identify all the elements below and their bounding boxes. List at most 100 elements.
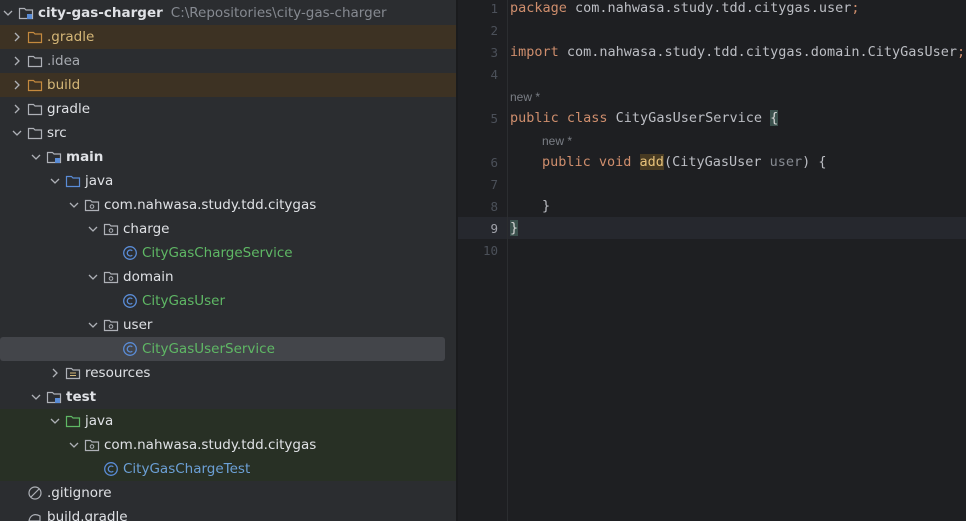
- chevron-down-icon[interactable]: [66, 197, 82, 213]
- package-icon: [84, 197, 100, 213]
- author-inlay-hint[interactable]: new *: [542, 134, 572, 148]
- chevron-down-icon[interactable]: [85, 221, 101, 237]
- line-number[interactable]: 6: [458, 155, 498, 170]
- caret-line-highlight: [458, 217, 966, 239]
- tree-item-citygaschargeservice[interactable]: CityGasChargeService: [0, 241, 456, 265]
- chevron-down-icon[interactable]: [85, 317, 101, 333]
- tree-item-src[interactable]: src: [0, 121, 456, 145]
- import-name: com.nahwasa.study.tdd.citygas.domain.Cit…: [558, 44, 958, 60]
- code-line-5[interactable]: public class CityGasUserService {: [510, 110, 779, 126]
- class-icon: [122, 245, 138, 261]
- tree-item-label: .gradle: [47, 29, 95, 45]
- tree-item-label: com.nahwasa.study.tdd.citygas: [104, 437, 317, 453]
- package-icon: [103, 269, 119, 285]
- tree-item-label: build: [47, 77, 81, 93]
- tree-item-label: user: [123, 317, 153, 333]
- tree-item-gradle[interactable]: gradle: [0, 97, 456, 121]
- root-project-name: city-gas-charger: [38, 5, 163, 21]
- code-line-8[interactable]: }: [542, 198, 550, 214]
- tree-item-label: com.nahwasa.study.tdd.citygas: [104, 197, 317, 213]
- tree-root[interactable]: city-gas-charger C:\Repositories\city-ga…: [0, 1, 456, 25]
- chevron-right-icon[interactable]: [9, 29, 25, 45]
- root-project-path: C:\Repositories\city-gas-charger: [170, 5, 387, 21]
- chevron-right-icon[interactable]: [9, 53, 25, 69]
- tree-item-main[interactable]: main: [0, 145, 456, 169]
- code-line-6[interactable]: public void add(CityGasUser user) {: [542, 154, 827, 170]
- code-editor[interactable]: 1 2 3 4 5 6 7 8 9 10 package com.nahwasa…: [458, 0, 966, 521]
- close-brace: }: [542, 198, 551, 214]
- tree-item-label: gradle: [47, 101, 91, 117]
- line-number-current[interactable]: 9: [458, 221, 498, 236]
- param-type: (CityGasUser: [663, 154, 770, 170]
- tree-item-label: resources: [85, 365, 151, 381]
- tree-item-citygasuserservice[interactable]: CityGasUserService: [0, 337, 445, 361]
- tree-item-build[interactable]: build: [0, 73, 456, 97]
- tree-item-domain[interactable]: domain: [0, 265, 456, 289]
- chevron-down-icon[interactable]: [28, 149, 44, 165]
- tree-item-main-java[interactable]: java: [0, 169, 456, 193]
- class-icon: [103, 461, 119, 477]
- tree-item-label: java: [85, 413, 114, 429]
- keyword-package: package: [510, 0, 567, 16]
- keyword-public-class: public class: [510, 110, 608, 126]
- folder-icon: [27, 125, 43, 141]
- method-name: add: [639, 154, 664, 170]
- matched-brace: }: [510, 220, 519, 236]
- tree-item-test[interactable]: test: [0, 385, 456, 409]
- line-number[interactable]: 10: [458, 243, 498, 258]
- tree-item-user[interactable]: user: [0, 313, 456, 337]
- tree-item-dot-gradle[interactable]: .gradle: [0, 25, 456, 49]
- line-number[interactable]: 4: [458, 67, 498, 82]
- gradle-icon: [27, 509, 43, 521]
- package-icon: [84, 437, 100, 453]
- chevron-down-icon[interactable]: [0, 5, 16, 21]
- tree-item-label: src: [47, 125, 67, 141]
- chevron-right-icon[interactable]: [47, 365, 63, 381]
- tree-item-label: test: [66, 389, 97, 405]
- matched-brace: {: [770, 110, 779, 126]
- tree-item-gitignore[interactable]: .gitignore: [0, 481, 456, 505]
- class-icon: [122, 341, 138, 357]
- chevron-right-icon[interactable]: [9, 77, 25, 93]
- excluded-folder-icon: [27, 29, 43, 45]
- method-open: ) {: [802, 154, 827, 170]
- line-number[interactable]: 2: [458, 23, 498, 38]
- class-icon: [122, 293, 138, 309]
- project-tool-window: city-gas-charger C:\Repositories\city-ga…: [0, 0, 456, 521]
- line-number[interactable]: 5: [458, 111, 498, 126]
- tree-item-package[interactable]: com.nahwasa.study.tdd.citygas: [0, 193, 456, 217]
- tree-item-charge[interactable]: charge: [0, 217, 456, 241]
- tree-item-test-java[interactable]: java: [0, 409, 456, 433]
- tree-item-label: charge: [123, 221, 170, 237]
- tree-item-label: CityGasUserService: [142, 341, 275, 357]
- chevron-down-icon[interactable]: [28, 389, 44, 405]
- tree-item-citygasuser[interactable]: CityGasUser: [0, 289, 456, 313]
- folder-icon: [27, 53, 43, 69]
- code-line-9[interactable]: }: [510, 220, 519, 236]
- tree-item-build-gradle[interactable]: build.gradle: [0, 505, 456, 521]
- line-number[interactable]: 3: [458, 45, 498, 60]
- chevron-right-icon[interactable]: [9, 101, 25, 117]
- package-icon: [103, 221, 119, 237]
- tree-item-resources[interactable]: resources: [0, 361, 456, 385]
- code-line-1[interactable]: package com.nahwasa.study.tdd.citygas.us…: [510, 0, 860, 16]
- chevron-down-icon[interactable]: [47, 413, 63, 429]
- source-folder-icon: [65, 173, 81, 189]
- module-folder-icon: [46, 149, 62, 165]
- tree-item-citygaschargetest[interactable]: CityGasChargeTest: [0, 457, 456, 481]
- resources-folder-icon: [65, 365, 81, 381]
- author-inlay-hint[interactable]: new *: [510, 90, 540, 104]
- chevron-down-icon[interactable]: [66, 437, 82, 453]
- tree-item-idea[interactable]: .idea: [0, 49, 456, 73]
- chevron-down-icon[interactable]: [47, 173, 63, 189]
- line-number[interactable]: 8: [458, 199, 498, 214]
- keyword-import: import: [510, 44, 559, 60]
- chevron-down-icon[interactable]: [9, 125, 25, 141]
- tree-item-test-package[interactable]: com.nahwasa.study.tdd.citygas: [0, 433, 456, 457]
- chevron-down-icon[interactable]: [85, 269, 101, 285]
- tree-item-label: build.gradle: [47, 509, 128, 521]
- line-number[interactable]: 7: [458, 177, 498, 192]
- code-line-3[interactable]: import com.nahwasa.study.tdd.citygas.dom…: [510, 44, 965, 60]
- excluded-folder-icon: [27, 77, 43, 93]
- line-number[interactable]: 1: [458, 1, 498, 16]
